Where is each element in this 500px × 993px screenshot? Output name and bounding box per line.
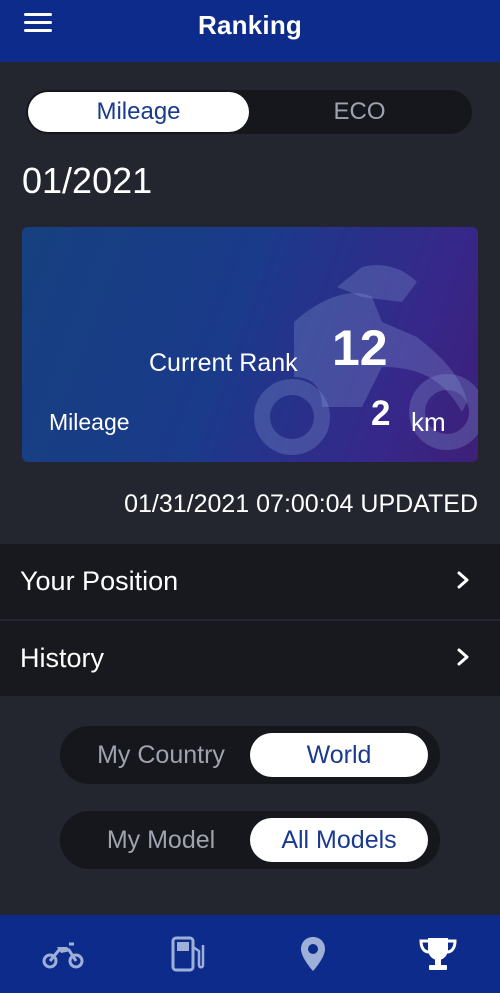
tab-location[interactable] <box>250 915 375 993</box>
mileage-label: Mileage <box>49 409 130 435</box>
all-models-option[interactable]: All Models <box>250 818 428 862</box>
my-model-option[interactable]: My Model <box>72 818 250 862</box>
metric-toggle: Mileage ECO <box>26 90 472 134</box>
app-header: Ranking <box>0 0 500 62</box>
tab-ranking[interactable] <box>375 915 500 993</box>
tab-vehicle[interactable] <box>0 915 125 993</box>
model-toggle: My Model All Models <box>60 811 440 869</box>
motorcycle-icon <box>42 942 83 969</box>
tab-fuel[interactable] <box>125 915 250 993</box>
mileage-value: 2 <box>371 394 391 433</box>
eco-tab[interactable]: ECO <box>249 92 470 132</box>
world-option[interactable]: World <box>250 733 428 777</box>
my-country-option[interactable]: My Country <box>72 733 250 777</box>
period-label: 01/2021 <box>22 160 153 201</box>
region-toggle: My Country World <box>60 726 440 784</box>
chevron-right-icon <box>456 566 480 597</box>
mileage-tab[interactable]: Mileage <box>28 92 249 132</box>
map-pin-icon <box>300 937 325 971</box>
your-position-row[interactable]: Your Position <box>0 544 500 619</box>
trophy-icon <box>418 938 457 970</box>
mileage-unit: km <box>411 407 446 437</box>
current-rank-value: 12 <box>332 320 388 376</box>
page-title: Ranking <box>198 10 302 40</box>
your-position-label: Your Position <box>20 566 179 596</box>
fuel-pump-icon <box>171 936 204 972</box>
history-label: History <box>20 643 105 673</box>
current-rank-label: Current Rank <box>149 349 298 377</box>
updated-timestamp: 01/31/2021 07:00:04 UPDATED <box>124 490 478 518</box>
bottom-tab-bar <box>0 915 500 993</box>
rank-card: Current Rank 12 Mileage 2 km <box>22 227 478 462</box>
chevron-right-icon <box>456 643 480 674</box>
history-row[interactable]: History <box>0 621 500 696</box>
